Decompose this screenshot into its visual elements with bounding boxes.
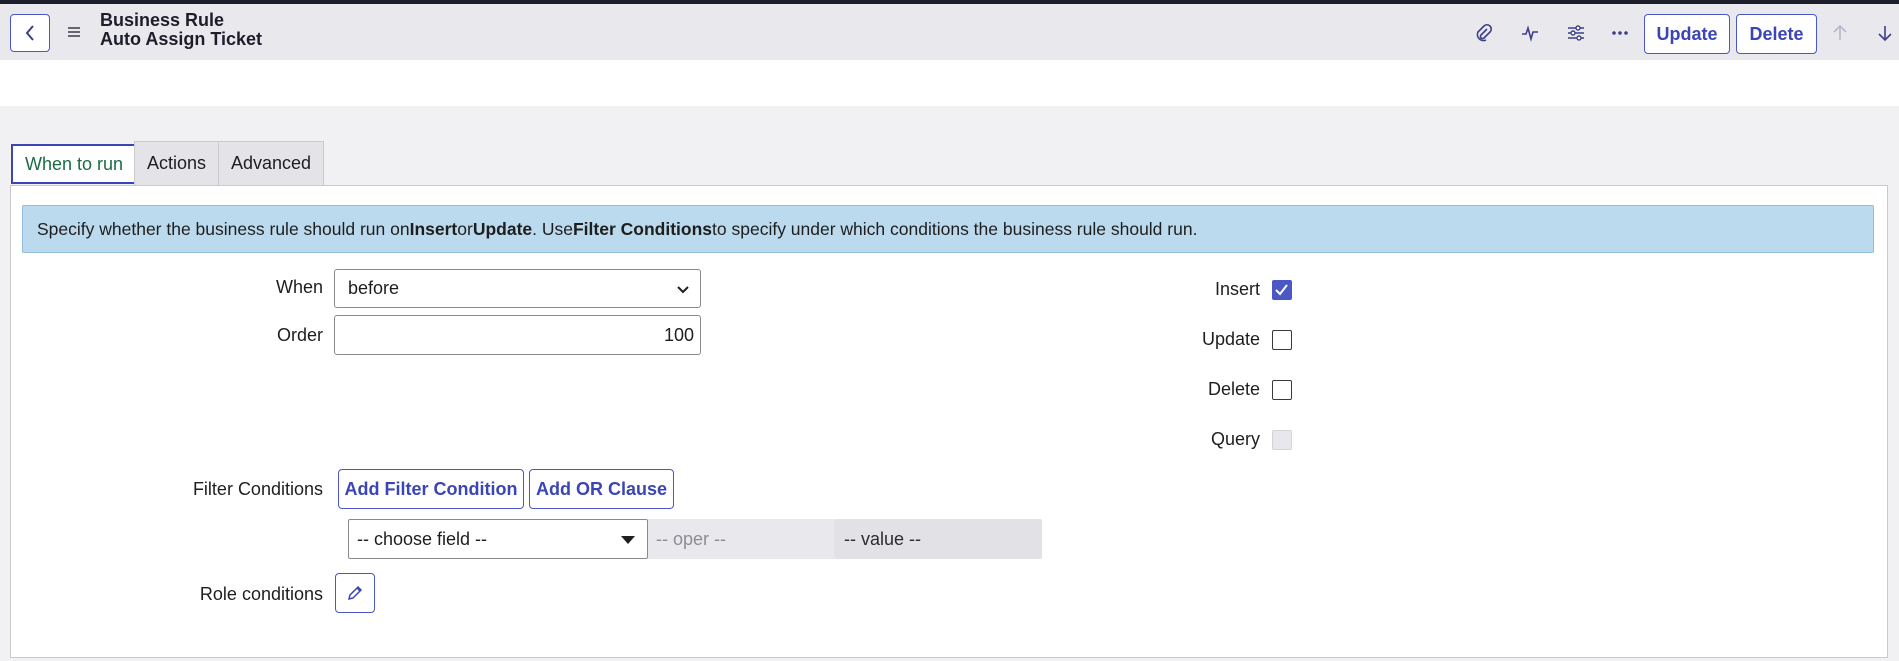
insert-label: Insert [1214, 279, 1260, 299]
paperclip-icon[interactable] [1473, 22, 1495, 44]
delete-label: Delete [1207, 379, 1260, 399]
arrow-up-icon[interactable] [1829, 22, 1851, 44]
sliders-icon[interactable] [1565, 22, 1587, 44]
role-conditions-label: Role conditions [199, 584, 323, 604]
pencil-icon [347, 585, 363, 601]
arrow-down-icon[interactable] [1874, 22, 1896, 44]
update-checkbox[interactable] [1272, 330, 1292, 350]
update-label: Update [1201, 329, 1260, 349]
info-text: Specify whether the business rule should… [37, 218, 410, 239]
when-label: When [275, 277, 323, 297]
tab-when-to-run[interactable]: When to run [11, 144, 138, 184]
info-text: or [457, 218, 473, 239]
info-bold-filter: Filter Conditions [572, 218, 713, 239]
info-text: . Use [532, 218, 573, 239]
when-select[interactable]: before [334, 269, 701, 308]
back-button[interactable] [10, 14, 50, 52]
more-icon[interactable] [1609, 22, 1631, 44]
info-message: Specify whether the business rule should… [22, 205, 1874, 253]
info-bold-insert: Insert [409, 218, 458, 239]
delete-button[interactable]: Delete [1736, 14, 1817, 54]
insert-checkbox[interactable] [1272, 280, 1292, 300]
activity-icon[interactable] [1519, 22, 1541, 44]
info-text: to specify under which conditions the bu… [712, 218, 1198, 239]
query-checkbox [1272, 430, 1292, 450]
form-header: Business Rule Auto Assign Ticket Update … [0, 4, 1899, 60]
check-icon [1275, 284, 1288, 296]
order-label: Order [276, 325, 323, 345]
tab-advanced[interactable]: Advanced [218, 141, 325, 185]
back-icon [25, 25, 34, 41]
page-title: Business Rule Auto Assign Ticket [100, 11, 262, 49]
operator-select[interactable]: -- oper -- [648, 519, 834, 559]
chevron-down-icon [677, 286, 689, 294]
update-button[interactable]: Update [1644, 14, 1730, 54]
query-label: Query [1210, 429, 1260, 449]
delete-checkbox[interactable] [1272, 380, 1292, 400]
add-or-clause-button[interactable]: Add OR Clause [529, 469, 674, 509]
triangle-down-icon [621, 536, 635, 544]
choose-field-select[interactable]: -- choose field -- [348, 519, 648, 559]
add-filter-condition-button[interactable]: Add Filter Condition [338, 469, 524, 509]
order-input[interactable]: 100 [334, 315, 701, 355]
menu-icon[interactable] [66, 24, 82, 40]
choose-field-value: -- choose field -- [357, 528, 488, 549]
record-type: Business Rule [100, 10, 225, 30]
when-value: before [348, 278, 400, 298]
record-name: Auto Assign Ticket [100, 29, 263, 49]
header-spacer [0, 60, 1899, 106]
tab-actions[interactable]: Actions [134, 141, 220, 185]
value-field[interactable]: -- value -- [834, 519, 1042, 559]
filter-conditions-label: Filter Conditions [192, 479, 323, 499]
info-bold-update: Update [472, 218, 533, 239]
edit-role-conditions-button[interactable] [335, 573, 375, 613]
